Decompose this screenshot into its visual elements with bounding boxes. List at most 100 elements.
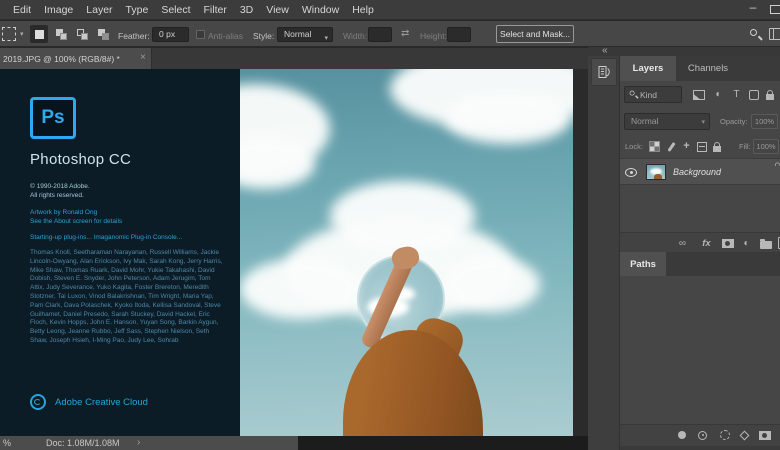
lock-pixels-brush-icon[interactable] xyxy=(664,139,679,154)
artwork-credit: Artwork by Ronald Ong See the About scre… xyxy=(30,208,122,226)
splash-screen-info: Ps Photoshop CC © 1990-2018 Adobe. All r… xyxy=(0,69,240,436)
search-icon[interactable] xyxy=(749,28,762,41)
menu-image[interactable]: Image xyxy=(44,4,73,16)
lock-transparency-icon[interactable] xyxy=(647,139,662,154)
filter-type-layers-icon[interactable]: T xyxy=(728,86,745,103)
style-dropdown[interactable]: Normal ▾ xyxy=(277,27,333,42)
layer-filter-dropdown[interactable]: Kind xyxy=(624,86,682,103)
chevron-down-icon[interactable]: ▾ xyxy=(20,30,24,38)
photoshop-window: Edit Image Layer Type Select Filter 3D V… xyxy=(0,0,780,450)
filter-adjustment-layers-icon[interactable]: ◐ xyxy=(710,86,727,103)
make-work-path-icon[interactable] xyxy=(736,427,753,443)
creative-cloud-icon xyxy=(30,394,46,410)
opacity-value[interactable]: 100% xyxy=(751,114,778,129)
add-layer-mask-icon[interactable] xyxy=(719,235,736,251)
collapse-panels-icon[interactable]: « xyxy=(602,45,608,56)
document-tab-title: 2019.JPG @ 100% (RGB/8#) * xyxy=(3,54,120,64)
collapsed-panel-strip xyxy=(588,56,620,450)
cloud-top-right-puff xyxy=(445,94,570,144)
width-input[interactable] xyxy=(368,27,392,42)
document-size-info: Doc: 1.08M/1.08M xyxy=(46,438,120,448)
status-bar-filler xyxy=(298,436,588,450)
fill-label: Fill: xyxy=(739,142,751,151)
menu-view[interactable]: View xyxy=(266,4,289,16)
ps-logo-text: Ps xyxy=(41,107,64,129)
antialias-checkbox[interactable] xyxy=(196,30,205,39)
chevron-down-icon: ▾ xyxy=(701,118,705,126)
antialias-label: Anti-alias xyxy=(208,31,243,41)
menu-type[interactable]: Type xyxy=(126,4,149,16)
filter-smart-objects-icon[interactable] xyxy=(761,86,778,103)
workspace-icon[interactable] xyxy=(769,28,780,40)
copyright-line-2: All rights reserved. xyxy=(30,191,90,200)
swap-dimensions-icon[interactable]: ⇄ xyxy=(401,28,409,39)
menu-select[interactable]: Select xyxy=(161,4,190,16)
blend-mode-value: Normal xyxy=(631,116,658,126)
loading-status-text: Starting-up plug-ins... Imaganomic Plug-… xyxy=(30,234,182,241)
fill-value[interactable]: 100% xyxy=(753,139,779,154)
filter-pixel-layers-icon[interactable] xyxy=(690,86,707,103)
copyright-text: © 1990-2018 Adobe. All rights reserved. xyxy=(30,182,90,200)
tab-paths[interactable]: Paths xyxy=(620,252,666,277)
menu-window[interactable]: Window xyxy=(302,4,339,16)
visibility-eye-icon[interactable] xyxy=(625,168,637,177)
person-torso xyxy=(343,330,483,436)
lock-artboard-icon[interactable] xyxy=(694,139,709,154)
status-arrow-icon[interactable]: › xyxy=(137,437,140,448)
add-mask-icon[interactable] xyxy=(756,427,773,443)
menu-help[interactable]: Help xyxy=(352,4,374,16)
lock-position-move-icon[interactable]: + xyxy=(679,139,694,154)
marquee-tool-icon[interactable] xyxy=(2,27,16,41)
menu-edit[interactable]: Edit xyxy=(13,4,31,16)
blend-mode-dropdown[interactable]: Normal ▾ xyxy=(624,113,710,130)
paths-panel-footer xyxy=(620,424,780,446)
cloud-center-top-puff xyxy=(330,181,475,251)
tab-channels[interactable]: Channels xyxy=(676,56,740,81)
menu-3d[interactable]: 3D xyxy=(240,4,253,16)
cloud-center-left-puff xyxy=(240,259,360,319)
panel-dock: « Layers Channels Kind ◐ T xyxy=(588,47,780,450)
menu-filter[interactable]: Filter xyxy=(204,4,227,16)
tab-layers[interactable]: Layers xyxy=(620,56,676,81)
new-layer-icon[interactable] xyxy=(774,235,780,251)
filter-shape-layers-icon[interactable] xyxy=(745,86,762,103)
style-value: Normal xyxy=(284,29,311,39)
select-and-mask-button[interactable]: Select and Mask... xyxy=(496,25,574,43)
splash-title: Photoshop CC xyxy=(30,151,131,168)
paths-panel-body xyxy=(620,276,780,424)
new-group-folder-icon[interactable] xyxy=(757,235,774,251)
adjustment-layer-icon[interactable]: ◐ xyxy=(738,235,755,251)
feather-input[interactable]: 0 px xyxy=(152,27,189,42)
maximize-button[interactable] xyxy=(770,5,780,14)
artwork-credit-line-1: Artwork by Ronald Ong xyxy=(30,208,122,217)
stroke-path-icon[interactable] xyxy=(694,427,711,443)
width-label: Width: xyxy=(343,31,367,41)
options-bar: ▾ Feather: 0 px Anti-alias Style: Normal… xyxy=(0,21,780,47)
new-selection-button[interactable] xyxy=(30,25,48,43)
history-panel-icon[interactable] xyxy=(591,58,617,86)
lock-all-icon[interactable] xyxy=(709,139,724,154)
style-label: Style: xyxy=(253,31,274,41)
layer-thumbnail[interactable] xyxy=(646,164,666,180)
fill-path-icon[interactable] xyxy=(673,427,690,443)
panel-bottom-filler xyxy=(620,446,780,450)
chevron-down-icon: ▾ xyxy=(324,32,328,45)
splash-artwork xyxy=(240,69,573,436)
layer-style-fx-icon[interactable]: fx xyxy=(698,235,715,251)
document-tab-bar: 2019.JPG @ 100% (RGB/8#) * × xyxy=(0,48,588,69)
document-tab[interactable]: 2019.JPG @ 100% (RGB/8#) * × xyxy=(0,48,152,69)
lock-row: Lock: + Fill: 100% xyxy=(620,135,780,158)
add-to-selection-button[interactable] xyxy=(52,25,70,43)
zoom-percentage[interactable]: % xyxy=(3,438,11,448)
link-layers-icon[interactable]: ∞ xyxy=(674,235,691,251)
minimize-button[interactable]: – xyxy=(744,0,762,18)
load-path-as-selection-icon[interactable] xyxy=(716,427,733,443)
tab-close-icon[interactable]: × xyxy=(140,52,146,63)
height-label: Height: xyxy=(420,31,447,41)
height-input[interactable] xyxy=(447,27,471,42)
paths-panel-tabs: Paths xyxy=(620,252,780,276)
subtract-from-selection-button[interactable] xyxy=(73,25,91,43)
layer-row-background[interactable]: Background xyxy=(620,158,780,185)
intersect-selection-button[interactable] xyxy=(94,25,112,43)
menu-layer[interactable]: Layer xyxy=(86,4,112,16)
